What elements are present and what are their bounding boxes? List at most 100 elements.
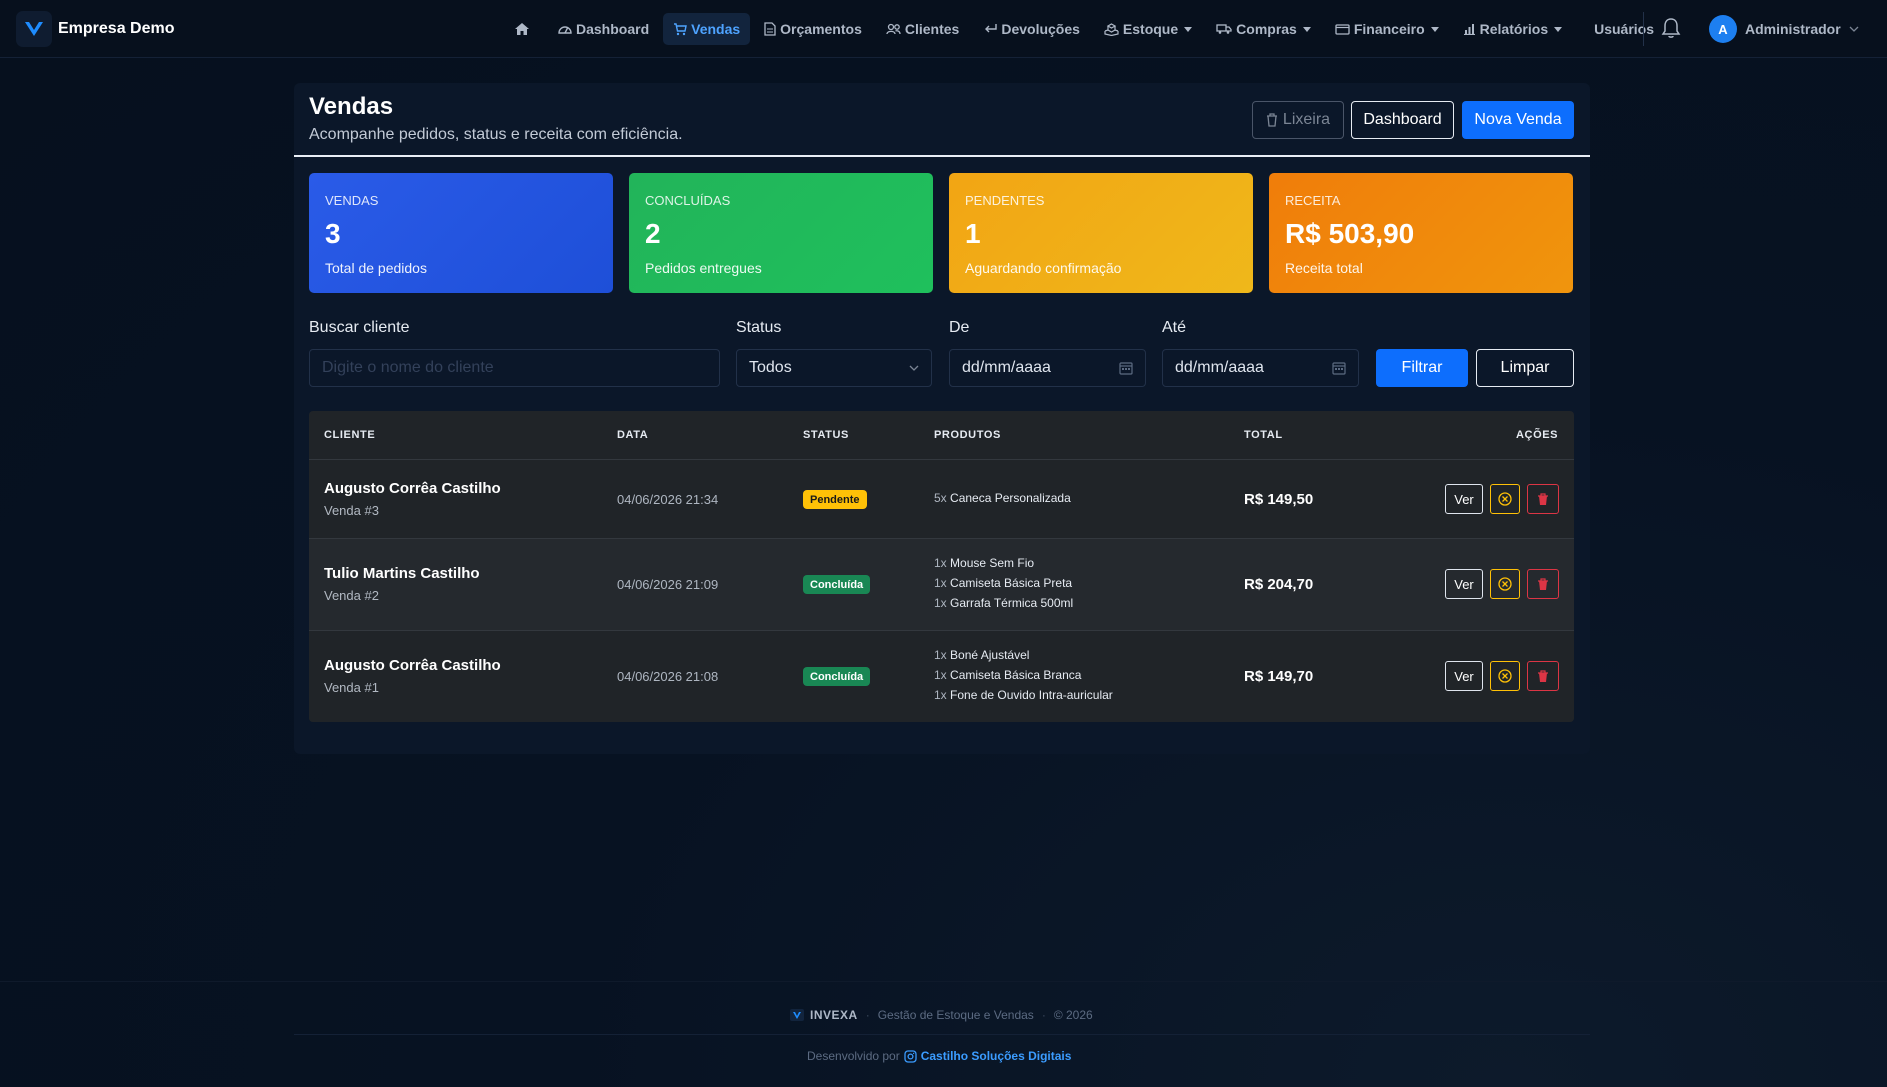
nav-home[interactable] [504, 13, 544, 45]
chevron-down-icon [1302, 26, 1311, 32]
cancel-sale-button[interactable] [1490, 569, 1520, 599]
calendar-icon[interactable] [1332, 361, 1346, 375]
trash-icon [1538, 577, 1548, 590]
nav-devolucoes[interactable]: Devoluções [973, 13, 1090, 45]
chevron-down-icon [1430, 26, 1439, 32]
nav-relatorios[interactable]: Relatórios [1453, 13, 1572, 45]
chevron-down-icon [1184, 26, 1193, 32]
sale-date: 04/06/2026 21:08 [617, 669, 719, 684]
col-header-acoes: AÇÕES [1516, 429, 1559, 441]
stat-card-completed: CONCLUÍDAS 2 Pedidos entregues [629, 173, 933, 293]
product-item: 1x Camiseta Básica Preta [934, 576, 1073, 590]
table-header: CLIENTE DATA STATUS PRODUTOS TOTAL AÇÕES [309, 411, 1574, 460]
status-badge: Concluída [803, 575, 871, 594]
client-name: Augusto Corrêa Castilho [324, 480, 501, 497]
sales-card: Vendas Acompanhe pedidos, status e recei… [294, 83, 1590, 754]
sale-date: 04/06/2026 21:34 [617, 492, 719, 507]
filter-button[interactable]: Filtrar [1376, 349, 1468, 387]
footer-brand-line: INVEXA · Gestão de Estoque e Vendas · © … [790, 1008, 1093, 1022]
user-menu[interactable]: A Administrador [1709, 15, 1859, 43]
sale-number: Venda #3 [324, 503, 379, 518]
nav-dashboard[interactable]: Dashboard [548, 13, 659, 45]
date-to-input[interactable]: dd/mm/aaaa [1162, 349, 1359, 387]
nav-financeiro[interactable]: Financeiro [1325, 13, 1449, 45]
footer-separator [294, 1034, 1590, 1035]
status-select[interactable]: Todos [736, 349, 932, 387]
page-subtitle: Acompanhe pedidos, status e receita com … [309, 126, 683, 143]
cancel-circle-icon [1498, 577, 1512, 591]
date-from-input[interactable]: dd/mm/aaaa [949, 349, 1146, 387]
date-to-label: Até [1162, 319, 1187, 336]
nav-divider [1643, 12, 1644, 46]
cart-icon [674, 22, 687, 35]
instagram-icon [904, 1049, 917, 1063]
cancel-circle-icon [1498, 492, 1512, 506]
date-from-label: De [949, 319, 970, 336]
nav-clientes[interactable]: Clientes [876, 13, 969, 45]
cancel-sale-button[interactable] [1490, 661, 1520, 691]
col-header-cliente: CLIENTE [324, 429, 376, 441]
view-button[interactable]: Ver [1445, 569, 1483, 599]
return-icon [985, 24, 998, 33]
nav-vendas[interactable]: Vendas [663, 13, 751, 45]
footer-tagline: Gestão de Estoque e Vendas [877, 1008, 1034, 1022]
product-item: 1x Boné Ajustável [934, 648, 1030, 662]
clear-button[interactable]: Limpar [1476, 349, 1574, 387]
truck-icon [1216, 24, 1232, 34]
delete-sale-button[interactable] [1527, 569, 1559, 599]
delete-sale-button[interactable] [1527, 484, 1559, 514]
col-header-data: DATA [617, 429, 649, 441]
chevron-down-icon [1554, 26, 1563, 32]
new-sale-button[interactable]: Nova Venda [1462, 101, 1574, 139]
table-row: Augusto Corrêa Castilho Venda #1 04/06/2… [309, 631, 1574, 722]
status-badge: Concluída [803, 667, 871, 686]
notifications-bell-icon[interactable] [1661, 17, 1681, 44]
product-list: 1x Mouse Sem Fio 1x Camiseta Básica Pret… [934, 553, 1073, 613]
product-list: 1x Boné Ajustável 1x Camiseta Básica Bra… [934, 645, 1113, 705]
sale-total: R$ 204,70 [1244, 576, 1314, 593]
trash-button[interactable]: Lixeira [1252, 101, 1344, 139]
main-nav: Dashboard Vendas Orçamentos Clientes Dev… [504, 12, 1668, 46]
gauge-icon [558, 26, 572, 34]
cancel-circle-icon [1498, 669, 1512, 683]
home-icon [515, 23, 529, 35]
chevron-down-icon [1849, 26, 1859, 32]
product-item: 5x Caneca Personalizada [934, 491, 1071, 505]
sale-total: R$ 149,70 [1244, 668, 1314, 685]
stat-card-revenue: RECEITA R$ 503,90 Receita total [1269, 173, 1573, 293]
sale-number: Venda #1 [324, 680, 379, 695]
stat-card-sales: VENDAS 3 Total de pedidos [309, 173, 613, 293]
status-label: Status [736, 319, 782, 336]
sale-total: R$ 149,50 [1244, 491, 1314, 508]
nav-estoque[interactable]: Estoque [1094, 13, 1202, 45]
cancel-sale-button[interactable] [1490, 484, 1520, 514]
calendar-icon[interactable] [1119, 361, 1133, 375]
client-name: Tulio Martins Castilho [324, 565, 480, 582]
product-item: 1x Garrafa Térmica 500ml [934, 596, 1074, 610]
view-button[interactable]: Ver [1445, 484, 1483, 514]
top-navbar: Empresa Demo Dashboard Vendas Orçamentos… [0, 0, 1887, 58]
view-button[interactable]: Ver [1445, 661, 1483, 691]
credit-link[interactable]: Castilho Soluções Digitais [904, 1049, 1071, 1063]
footer-credit-line: Desenvolvido por Castilho Soluções Digit… [807, 1049, 1071, 1063]
nav-orcamentos[interactable]: Orçamentos [754, 13, 872, 45]
trash-icon [1266, 113, 1277, 127]
nav-compras[interactable]: Compras [1206, 13, 1321, 45]
trash-icon [1538, 669, 1548, 682]
client-search-label: Buscar cliente [309, 319, 410, 336]
chevron-down-icon [909, 365, 919, 371]
dashboard-button[interactable]: Dashboard [1351, 101, 1454, 139]
trash-icon [1538, 492, 1548, 505]
nav-usuarios[interactable]: Usuários [1584, 13, 1664, 45]
developed-by-label: Desenvolvido por [807, 1049, 900, 1063]
delete-sale-button[interactable] [1527, 661, 1559, 691]
stat-card-pending: PENDENTES 1 Aguardando confirmação [949, 173, 1253, 293]
page-title: Vendas [309, 93, 394, 120]
bar-chart-icon [1463, 24, 1475, 35]
brand[interactable]: Empresa Demo [16, 11, 175, 47]
footer-divider [0, 981, 1887, 982]
client-search-input[interactable]: Digite o nome do cliente [309, 349, 720, 387]
invexa-logo-icon [790, 1009, 804, 1021]
status-badge: Pendente [803, 490, 867, 509]
table-row: Tulio Martins Castilho Venda #2 04/06/20… [309, 539, 1574, 631]
